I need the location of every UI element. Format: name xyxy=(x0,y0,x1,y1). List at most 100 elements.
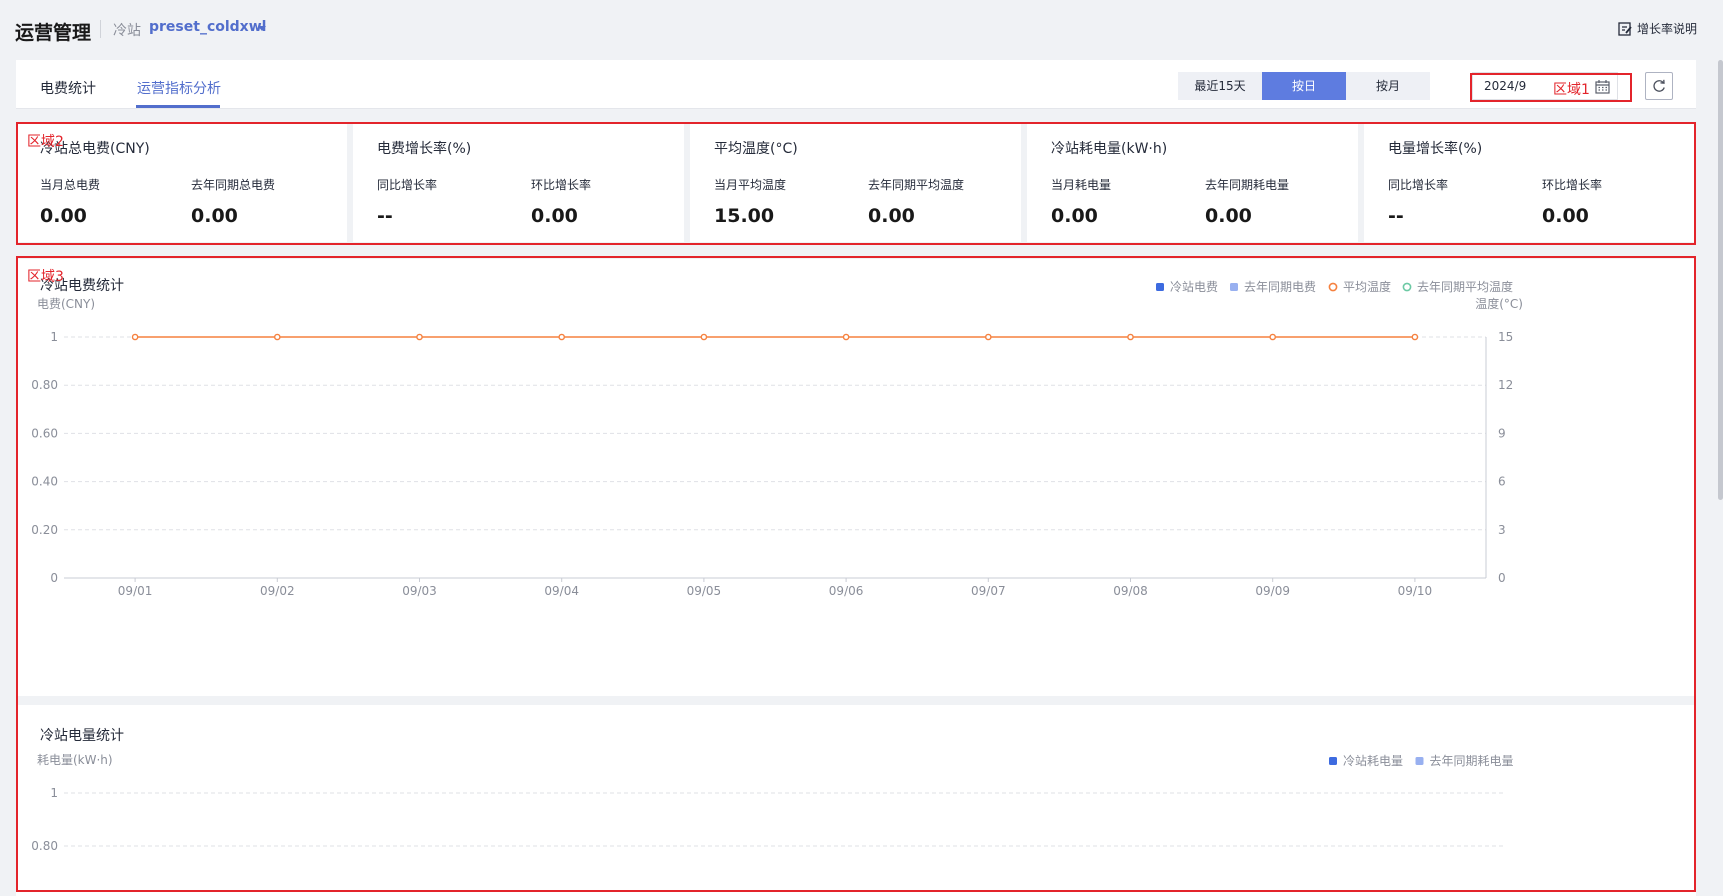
kpi-title: 电费增长率(%) xyxy=(377,141,472,157)
calendar-icon[interactable] xyxy=(1595,79,1610,98)
y2-axis-title: 温度(°C) xyxy=(1475,296,1523,311)
temperature-point xyxy=(985,333,992,341)
y2-tick-label: 6 xyxy=(1498,475,1506,489)
kpi-label: 环比增长率 xyxy=(1542,178,1603,192)
kpi-value: -- xyxy=(377,205,393,227)
station-label: 冷站 xyxy=(113,23,141,39)
temperature-point xyxy=(131,333,139,341)
legend-label: 去年同期电费 xyxy=(1244,280,1316,294)
kpi-value: 0.00 xyxy=(868,205,915,227)
kpi-label: 环比增长率 xyxy=(531,178,592,192)
kpi-value: 15.00 xyxy=(714,205,775,227)
x-tick-label: 09/07 xyxy=(971,584,1006,598)
range-toggle: 最近15天 按日 按月 xyxy=(1178,72,1430,100)
legend-marker xyxy=(1230,283,1238,291)
kpi-card-energy-growth: 电量增长率(%) 同比增长率 -- 环比增长率 0.00 xyxy=(1364,124,1696,242)
legend-marker xyxy=(1415,757,1424,765)
temperature-point xyxy=(842,333,850,341)
kpi-value: 0.00 xyxy=(1542,205,1589,227)
x-tick-label: 09/01 xyxy=(118,584,153,598)
kpi-title: 冷站总电费(CNY) xyxy=(40,141,150,157)
kpi-title: 平均温度(°C) xyxy=(714,141,798,157)
kpi-label: 去年同期平均温度 xyxy=(868,178,965,192)
x-tick-label: 09/09 xyxy=(1255,584,1290,598)
kpi-value: 0.00 xyxy=(1051,205,1098,227)
y-tick-label: 0 xyxy=(50,571,58,585)
y2-tick-label: 0 xyxy=(1498,571,1506,585)
x-tick-label: 09/04 xyxy=(544,584,579,598)
month-picker-value: 2024/9 xyxy=(1484,79,1527,93)
y2-tick-label: 12 xyxy=(1498,378,1513,392)
y-tick-label: 0.20 xyxy=(31,523,58,537)
x-tick-label: 09/02 xyxy=(260,584,295,598)
kpi-label: 去年同期耗电量 xyxy=(1205,178,1290,192)
kpi-value: 0.00 xyxy=(40,205,87,227)
kpi-label: 同比增长率 xyxy=(1388,178,1449,192)
range-by-day-button[interactable]: 按日 xyxy=(1262,72,1346,100)
kpi-value: 0.00 xyxy=(1205,205,1252,227)
kpi-label: 当月总电费 xyxy=(40,178,101,192)
kpi-label: 当月耗电量 xyxy=(1051,178,1112,192)
tab-electricity-fee[interactable]: 电费统计 xyxy=(40,78,96,98)
kpi-value: 0.00 xyxy=(531,205,578,227)
kpi-label: 当月平均温度 xyxy=(714,178,787,192)
tab-operation-analysis[interactable]: 运营指标分析 xyxy=(137,78,221,98)
refresh-button[interactable] xyxy=(1645,72,1673,100)
y-tick-label: 0.80 xyxy=(31,378,58,392)
growth-rate-help-link[interactable]: 增长率说明 xyxy=(1618,20,1697,37)
fee-chart: 冷站电费 去年同期电费 平均温度 去年同期平均温度电费(CNY) 温度(°C) 0 0 0.2… xyxy=(31,279,1523,598)
tab-bar: 电费统计 运营指标分析 最近15天 按日 按月 2024/9 xyxy=(16,60,1696,109)
y-tick-label: 0.60 xyxy=(31,426,58,440)
page-title: 运营管理 xyxy=(15,22,92,44)
edit-note-icon xyxy=(1618,21,1632,36)
page-scrollbar[interactable] xyxy=(1718,60,1723,500)
y2-tick-label: 3 xyxy=(1498,523,1506,537)
energy-chart-panel: 冷站电量统计 冷站耗电量 去年同期耗电量 耗电量(kW·h) 1 0.80 xyxy=(16,705,1696,896)
temperature-point xyxy=(273,333,281,341)
x-tick-label: 09/03 xyxy=(402,584,437,598)
kpi-label: 去年同期总电费 xyxy=(191,178,276,192)
temperature-point xyxy=(700,333,708,341)
kpi-card-energy: 冷站耗电量(kW·h) 当月耗电量 0.00 去年同期耗电量 0.00 xyxy=(1027,124,1358,242)
legend-label: 冷站电费 xyxy=(1170,280,1218,294)
legend-marker xyxy=(1328,282,1338,292)
kpi-value: 0.00 xyxy=(191,205,238,227)
legend-marker xyxy=(1156,283,1164,291)
legend-label: 冷站耗电量 xyxy=(1343,754,1403,768)
kpi-title: 电量增长率(%) xyxy=(1388,141,1483,157)
y-axis-title: 电费(CNY) xyxy=(37,297,95,311)
y-tick-label: 1 xyxy=(50,786,58,800)
range-by-month-button[interactable]: 按月 xyxy=(1346,72,1430,100)
refresh-icon xyxy=(1653,79,1665,92)
growth-rate-help-label: 增长率说明 xyxy=(1636,22,1697,36)
month-picker[interactable]: 2024/9 xyxy=(1472,72,1618,100)
y-axis-title: 耗电量(kW·h) xyxy=(37,753,113,767)
temperature-point xyxy=(1269,333,1276,341)
chevron-down-icon[interactable] xyxy=(258,26,266,31)
legend-label: 平均温度 xyxy=(1343,279,1391,294)
y-tick-label: 0.40 xyxy=(31,475,58,489)
x-tick-label: 09/06 xyxy=(829,584,864,598)
y2-tick-label: 9 xyxy=(1498,426,1506,440)
temperature-point xyxy=(558,333,566,341)
tab-divider xyxy=(16,108,1696,109)
station-selector[interactable]: preset_coldxwl xyxy=(149,19,266,35)
fee-chart-panel: 冷站电费统计 冷站电费 去年同期电费 平均温度 去年同期平均温度 电费(CNY) 温度(°… xyxy=(16,259,1696,696)
x-tick-label: 09/10 xyxy=(1398,584,1433,598)
y-tick-label: 1 xyxy=(50,330,58,344)
kpi-value: -- xyxy=(1388,205,1404,227)
y2-tick-label: 15 xyxy=(1498,330,1513,344)
energy-chart: 冷站耗电量 去年同期耗电量 耗电量(kW·h) 1 0.80 xyxy=(31,753,1514,853)
x-tick-label: 09/08 xyxy=(1113,584,1148,598)
temperature-point xyxy=(416,333,423,341)
temperature-point xyxy=(1127,333,1134,341)
kpi-card-avg-temperature: 平均温度(°C) 当月平均温度 15.00 去年同期平均温度 0.00 xyxy=(690,124,1021,242)
kpi-card-total-fee: 冷站总电费(CNY) 当月总电费 0.00 去年同期总电费 0.00 xyxy=(16,124,347,242)
x-tick-label: 09/05 xyxy=(687,584,722,598)
kpi-title: 冷站耗电量(kW·h) xyxy=(1051,141,1168,157)
legend-label: 去年同期耗电量 xyxy=(1430,754,1514,768)
legend-marker xyxy=(1402,282,1412,292)
y-tick-label: 0.80 xyxy=(31,839,58,853)
kpi-card-fee-growth: 电费增长率(%) 同比增长率 -- 环比增长率 0.00 xyxy=(353,124,684,242)
range-last-15-days-button[interactable]: 最近15天 xyxy=(1178,72,1262,100)
